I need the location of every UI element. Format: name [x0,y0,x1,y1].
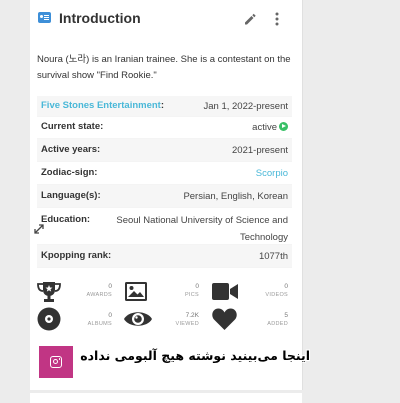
info-row-agency: Five Stones Entertainment: Jan 1, 2022-p… [37,96,292,117]
rank-label: Kpopping rank: [41,250,112,261]
info-row-zodiac: Zodiac-sign: Scorpio [37,162,292,185]
viewed-count: 7.2K [185,312,199,319]
instagram-button[interactable] [39,346,73,378]
more-vertical-icon[interactable] [270,11,284,27]
info-row-active-years: Active years: 2021-present [37,139,292,162]
agency-link[interactable]: Five Stones Entertainment [41,100,161,111]
card-title: Introduction [59,10,141,26]
disc-icon[interactable] [37,307,61,331]
videos-label: VIDEOS [265,292,288,298]
pics-label: PICS [184,292,199,298]
pics-count: 0 [195,283,199,290]
zodiac-label: Zodiac-sign: [41,167,98,178]
overlay-caption: اینجا می‌بینید نوشته هیچ آلبومی نداده [80,348,310,363]
expand-icon[interactable] [34,224,44,234]
introduction-card: Introduction Noura (노라) is an Iranian tr… [30,0,303,390]
intro-text: Noura (노라) is an Iranian trainee. She is… [37,54,291,81]
awards-count: 0 [108,283,112,290]
languages-label: Language(s): [41,190,101,201]
zodiac-link[interactable]: Scorpio [256,165,288,182]
trophy-icon[interactable] [37,281,61,303]
info-row-education: Education: Seoul National University of … [37,208,292,245]
albums-label: ALBUMS [87,321,112,327]
info-row-rank: Kpopping rank: 1077th [37,245,292,268]
active-years-label: Active years: [41,144,101,155]
video-camera-icon[interactable] [212,283,238,300]
added-count: 5 [284,312,288,319]
languages-value: Persian, English, Korean [183,191,288,202]
albums-count: 0 [108,312,112,319]
education-value: Seoul National University of Science and… [116,215,288,243]
instagram-icon [50,356,62,368]
active-years-value: 2021-present [232,145,288,156]
info-row-languages: Language(s): Persian, English, Korean [37,185,292,208]
heart-icon[interactable] [212,308,237,330]
card-header: Introduction [30,0,302,38]
pencil-icon[interactable] [243,12,257,26]
rank-value: 1077th [258,251,288,262]
active-status-icon [279,122,288,131]
eye-icon[interactable] [124,310,152,328]
added-label: ADDED [267,321,288,327]
videos-count: 0 [284,283,288,290]
viewed-label: VIEWED [175,321,199,327]
next-card [30,393,302,403]
current-state-label: Current state: [41,121,104,132]
agency-label: Five Stones Entertainment: [41,100,165,111]
agency-dates: Jan 1, 2022-present [203,101,288,112]
current-state-value: active [252,119,288,136]
education-label: Education: [41,214,91,225]
image-icon[interactable] [125,282,147,301]
awards-label: AWARDS [86,292,112,298]
id-card-icon [38,12,51,23]
info-row-current-state: Current state: active [37,117,292,139]
info-table: Five Stones Entertainment: Jan 1, 2022-p… [37,96,292,268]
